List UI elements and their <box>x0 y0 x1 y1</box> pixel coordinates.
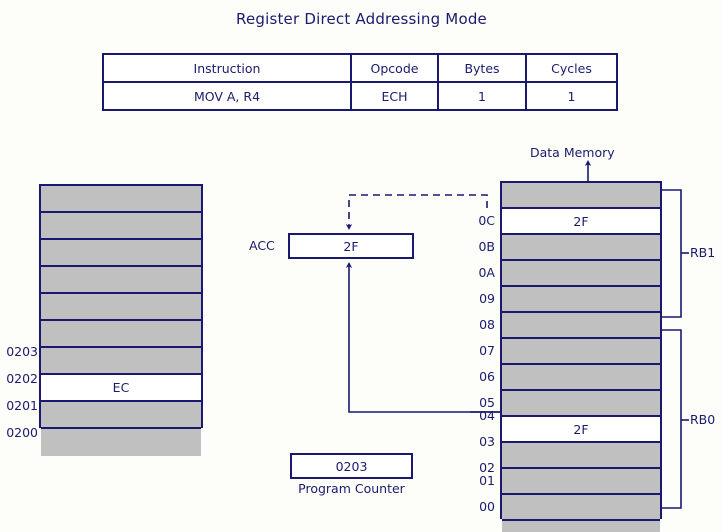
program-address-label: 0200 <box>6 425 38 440</box>
program-memory-cell-highlighted: EC <box>41 375 201 402</box>
data-address-label: 07 <box>479 343 495 358</box>
data-memory-cell <box>502 313 660 339</box>
data-memory-cell <box>502 365 660 391</box>
bank-bracket-rb1 <box>662 189 689 318</box>
data-address-label: 09 <box>479 291 495 306</box>
data-address-label: 06 <box>479 369 495 384</box>
data-address-label: 00 <box>479 499 495 514</box>
program-address-label: 0203 <box>6 344 38 359</box>
cell-instruction: MOV A, R4 <box>102 81 352 111</box>
table-row: MOV A, R4 ECH 1 1 <box>102 81 618 111</box>
data-address-label: 0A <box>478 265 495 280</box>
header-opcode: Opcode <box>350 53 439 83</box>
program-counter-value-box: 0203 <box>290 453 413 479</box>
program-memory-cell <box>41 294 201 321</box>
program-memory-cell <box>41 348 201 375</box>
data-memory-cell <box>502 287 660 313</box>
header-instruction: Instruction <box>102 53 352 83</box>
data-address-label: 01 <box>479 473 495 488</box>
data-memory-cell <box>502 495 660 521</box>
program-address-label <box>4 265 38 292</box>
data-address-label: 03 <box>479 434 495 449</box>
data-memory-cell <box>502 443 660 469</box>
data-memory-label: Data Memory <box>530 145 615 160</box>
data-address-label: 04 <box>479 408 495 423</box>
cell-cycles: 1 <box>525 81 618 111</box>
data-memory-cell <box>502 183 660 209</box>
program-memory-cell <box>41 213 201 240</box>
header-cycles: Cycles <box>525 53 618 83</box>
program-memory-cell <box>41 321 201 348</box>
header-bytes: Bytes <box>437 53 527 83</box>
program-memory-cell <box>41 267 201 294</box>
program-memory-cell <box>41 429 201 456</box>
diagram-canvas: Register Direct Addressing Mode Instruct… <box>0 0 723 532</box>
bank-label-rb0: RB0 <box>690 412 716 427</box>
cell-bytes: 1 <box>437 81 527 111</box>
data-address-label <box>473 181 495 208</box>
table-header-row: Instruction Opcode Bytes Cycles <box>102 53 618 83</box>
data-memory-cell <box>502 261 660 287</box>
program-counter-label: Program Counter <box>298 481 405 496</box>
program-memory-block: EC <box>39 184 203 456</box>
page-title: Register Direct Addressing Mode <box>236 10 487 28</box>
program-address-label <box>4 184 38 211</box>
program-address-label: 0201 <box>6 398 38 413</box>
bank-bracket-rb0 <box>662 329 689 509</box>
program-address-label <box>4 211 38 238</box>
data-memory-cell <box>502 469 660 495</box>
data-memory-cell <box>502 521 660 532</box>
program-memory-cell <box>41 240 201 267</box>
program-address-label: 0202 <box>6 371 38 386</box>
data-memory-block: 2F 2F <box>500 181 662 532</box>
data-memory-cell <box>502 235 660 261</box>
program-address-label <box>4 238 38 265</box>
program-memory-cell <box>41 186 201 213</box>
program-memory-cell <box>41 402 201 429</box>
cell-opcode: ECH <box>350 81 439 111</box>
instruction-table: Instruction Opcode Bytes Cycles MOV A, R… <box>102 53 618 111</box>
data-to-acc-dashed-path <box>345 194 488 230</box>
accumulator-label: ACC <box>249 238 275 253</box>
data-memory-cell <box>502 391 660 417</box>
data-address-label: 0C <box>478 213 495 228</box>
data-address-label: 08 <box>479 317 495 332</box>
bank-label-rb1: RB1 <box>690 245 716 260</box>
program-address-label <box>4 292 38 319</box>
data-memory-cell-highlighted: 2F <box>502 417 660 443</box>
data-memory-cell <box>502 339 660 365</box>
accumulator-value-box: 2F <box>288 233 414 259</box>
data-address-label: 0B <box>478 239 495 254</box>
data-memory-cell-highlighted: 2F <box>502 209 660 235</box>
